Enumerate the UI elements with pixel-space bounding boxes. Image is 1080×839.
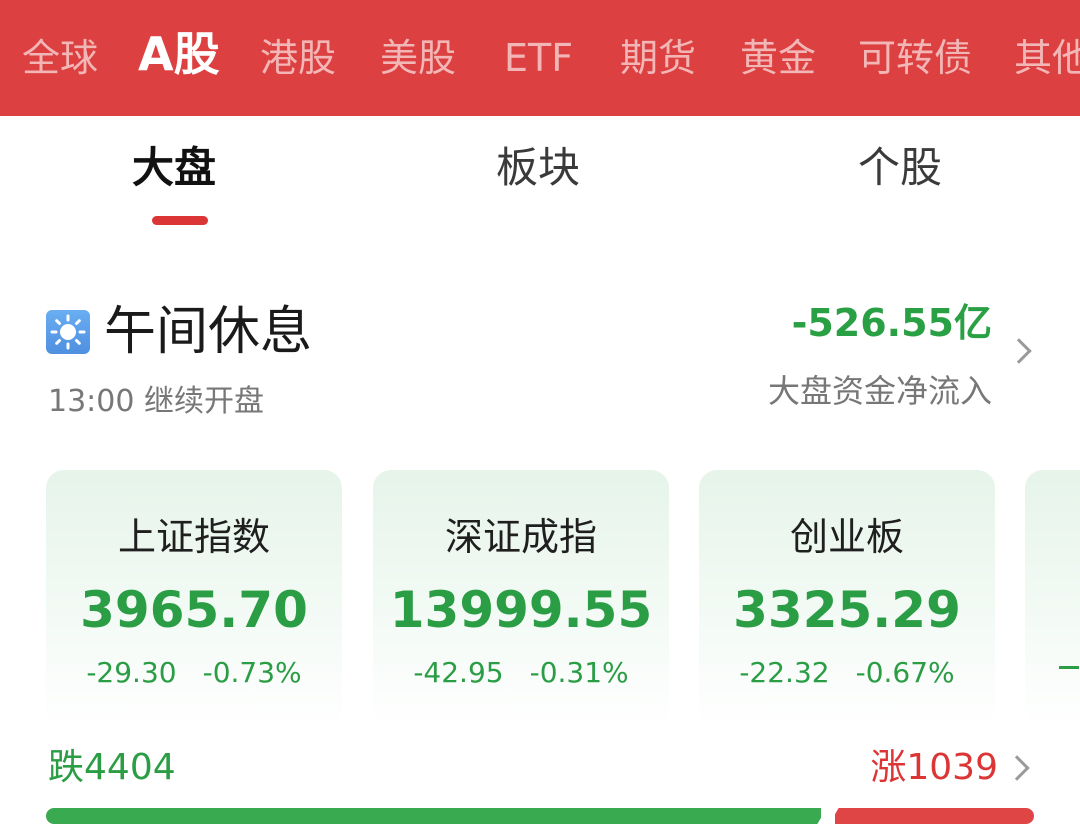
advancing-stocks[interactable]: 涨1039 xyxy=(870,744,998,792)
market-tab-hk[interactable]: 港股 xyxy=(260,34,336,82)
chevron-right-icon[interactable] xyxy=(1006,338,1032,364)
market-tab-us[interactable]: 美股 xyxy=(380,34,456,82)
market-status-title: 午间休息 xyxy=(104,302,313,362)
advancing-bar xyxy=(835,808,1034,824)
active-tab-indicator xyxy=(152,216,208,225)
market-tab-other[interactable]: 其他 xyxy=(1014,34,1080,82)
tab-sectors[interactable]: 板块 xyxy=(496,140,580,196)
tab-stocks[interactable]: 个股 xyxy=(858,140,942,196)
declining-stocks[interactable]: 跌4404 xyxy=(48,744,176,792)
partial-change-dash xyxy=(1059,666,1079,669)
capital-flow-label[interactable]: 大盘资金净流入 xyxy=(768,370,992,412)
index-change: -29.30 xyxy=(86,656,177,689)
market-tab-futures[interactable]: 期货 xyxy=(620,34,696,82)
advancing-label: 涨 xyxy=(870,747,907,788)
index-name: 深证成指 xyxy=(444,515,597,559)
declining-bar xyxy=(46,808,821,824)
index-change-percent: -0.31% xyxy=(529,656,629,689)
index-card-chinext[interactable]: 创业板 3325.29 -22.32 -0.67% xyxy=(699,470,995,728)
index-card-shanghai[interactable]: 上证指数 3965.70 -29.30 -0.73% xyxy=(46,470,342,728)
index-value: 3325.29 xyxy=(733,581,961,639)
declining-count: 4404 xyxy=(84,747,176,788)
capital-flow-value[interactable]: -526.55亿 xyxy=(792,298,992,348)
index-change: -22.32 xyxy=(739,656,830,689)
market-tab-gold[interactable]: 黄金 xyxy=(740,34,816,82)
index-card-partial[interactable] xyxy=(1025,470,1080,728)
index-change-row: -22.32 -0.67% xyxy=(699,654,995,692)
declining-label: 跌 xyxy=(48,747,85,788)
sun-icon xyxy=(46,310,90,354)
market-tab-bar: 全球 A股 港股 美股 ETF 期货 黄金 可转债 其他 xyxy=(0,0,1080,116)
index-value: 13999.55 xyxy=(389,581,653,639)
market-tab-a-shares[interactable]: A股 xyxy=(138,30,220,78)
index-change-percent: -0.73% xyxy=(202,656,302,689)
market-tab-etf[interactable]: ETF xyxy=(504,34,573,82)
index-name: 创业板 xyxy=(789,515,904,559)
index-change: -42.95 xyxy=(413,656,504,689)
index-change-percent: -0.67% xyxy=(855,656,955,689)
chevron-right-icon[interactable] xyxy=(1004,755,1030,781)
index-name: 上证指数 xyxy=(117,515,270,559)
index-card-shenzhen[interactable]: 深证成指 13999.55 -42.95 -0.31% xyxy=(373,470,669,728)
index-change-row: -42.95 -0.31% xyxy=(373,654,669,692)
market-breadth-bar xyxy=(46,808,1034,824)
market-status-subtitle: 13:00 继续开盘 xyxy=(48,384,264,419)
index-change-row: -29.30 -0.73% xyxy=(46,654,342,692)
index-value: 3965.70 xyxy=(80,581,308,639)
tab-market-overview[interactable]: 大盘 xyxy=(132,140,216,196)
advancing-count: 1039 xyxy=(906,747,998,788)
market-tab-convertible[interactable]: 可转债 xyxy=(858,34,972,82)
market-tab-global[interactable]: 全球 xyxy=(22,34,98,82)
